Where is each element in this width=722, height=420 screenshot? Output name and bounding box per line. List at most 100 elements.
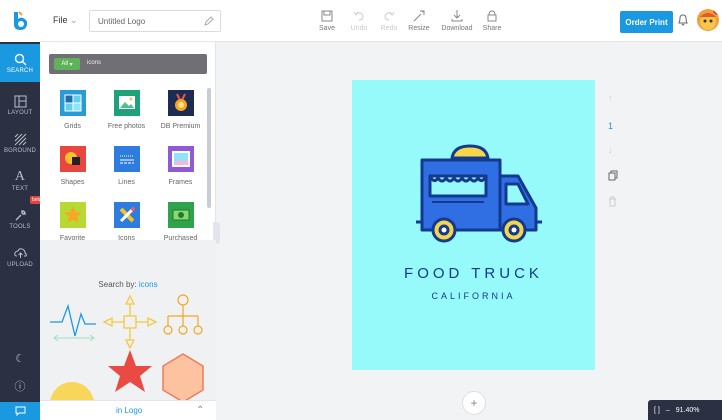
photo-icon <box>113 90 140 116</box>
rail-item-upload[interactable]: UPLOAD <box>0 238 40 276</box>
undo-icon <box>353 11 364 21</box>
category-grids[interactable]: Grids <box>50 90 95 130</box>
share-icon <box>487 10 497 22</box>
category-favorite[interactable]: Favorite <box>50 202 95 242</box>
rail-label: BGROUND <box>3 148 37 154</box>
pulse-line-icon[interactable] <box>50 303 96 342</box>
category-free-photos[interactable]: Free photos <box>104 90 149 130</box>
text-icon: A <box>14 169 26 184</box>
upload-icon <box>13 246 27 260</box>
download-label: Download <box>441 25 473 32</box>
hexagon-shape-icon[interactable] <box>162 353 204 402</box>
rail-label: SEARCH <box>6 68 34 74</box>
category-lines[interactable]: Lines <box>104 146 149 186</box>
search-by-prefix: Search by: <box>98 280 137 289</box>
rail-label: LAYOUT <box>7 110 33 116</box>
chevron-down-icon: ⌄ <box>70 15 78 25</box>
redo-label: Redo <box>380 25 398 32</box>
panel-footer: in Logo ⌃ <box>40 400 216 420</box>
grid-icon <box>59 90 86 116</box>
icon-results <box>50 294 204 402</box>
chat-button[interactable] <box>0 402 40 420</box>
page-number: 1 <box>608 121 614 131</box>
category-icons[interactable]: Icons <box>104 202 149 242</box>
search-icon <box>13 52 27 66</box>
download-icon <box>451 10 463 22</box>
rail-item-tools[interactable]: TOOLS <box>0 200 40 238</box>
rail-label: TOOLS <box>9 224 31 230</box>
shapes-icon <box>59 146 86 172</box>
save-label: Save <box>319 25 335 32</box>
zoom-control: [ ] – 91.40% <box>648 400 722 420</box>
logo-title-field[interactable]: Untitled Logo <box>89 10 221 32</box>
category-label: Frames <box>168 179 193 186</box>
fit-screen-icon[interactable]: [ ] <box>654 407 660 414</box>
filter-all-dropdown[interactable]: All ▾ <box>54 58 80 70</box>
download-button[interactable]: Download <box>440 9 474 32</box>
design-canvas[interactable]: FOOD TRUCK CALIFORNIA <box>352 80 595 370</box>
bell-icon[interactable] <box>676 13 690 29</box>
category-label: Free photos <box>107 123 146 130</box>
chat-icon <box>15 406 25 416</box>
premium-medal-icon <box>167 90 194 116</box>
save-button[interactable]: Save <box>310 9 344 32</box>
logo-editor-app: SEARCH LAYOUT BGROUND A TEXT TOOLS beta <box>0 0 722 420</box>
avatar[interactable] <box>697 9 719 31</box>
panel-search-bar[interactable]: All ▾ icons <box>49 54 207 74</box>
chevron-up-icon[interactable]: ⌃ <box>196 405 204 416</box>
money-icon <box>167 202 194 228</box>
duplicate-page-icon[interactable] <box>608 170 618 183</box>
move-arrows-icon[interactable] <box>102 294 158 350</box>
app-logo[interactable] <box>0 0 40 42</box>
category-db-premium[interactable]: DB Premium <box>158 90 203 130</box>
logo-title-text[interactable]: FOOD TRUCK <box>352 265 595 282</box>
background-icon <box>13 132 27 146</box>
category-label: Shapes <box>60 179 85 186</box>
redo-icon <box>384 11 395 21</box>
resize-icon <box>413 10 425 22</box>
resize-label: Resize <box>408 25 430 32</box>
file-menu-label: File <box>53 15 68 25</box>
redo-button[interactable]: Redo <box>372 9 406 32</box>
logo-subtitle-text[interactable]: CALIFORNIA <box>352 291 595 301</box>
resize-button[interactable]: Resize <box>402 9 436 32</box>
rail-label: TEXT <box>11 186 29 192</box>
category-purchased[interactable]: Purchased <box>158 202 203 242</box>
delete-page-icon[interactable] <box>608 196 617 209</box>
rail-item-background[interactable]: BGROUND <box>0 124 40 162</box>
tools-icon <box>13 208 27 222</box>
star-icon <box>59 202 86 228</box>
search-by-term: icons <box>138 280 158 289</box>
avatar-badge <box>713 9 719 15</box>
search-by-section: Search by: icons <box>40 240 216 402</box>
in-logo-link[interactable]: in Logo <box>116 406 142 415</box>
brand-b-icon <box>14 11 28 30</box>
move-page-up-icon[interactable]: ↑ <box>608 93 613 103</box>
file-menu[interactable]: File ⌄ <box>53 15 78 26</box>
category-label: Grids <box>64 123 81 130</box>
rail-item-layout[interactable]: LAYOUT <box>0 86 40 124</box>
move-page-down-icon[interactable]: ↓ <box>608 145 613 155</box>
panel-scrollbar[interactable] <box>207 88 211 208</box>
info-icon[interactable]: ⓘ <box>0 378 40 394</box>
panel-search-text: icons <box>87 60 102 66</box>
rail-label: UPLOAD <box>7 262 33 268</box>
category-frames[interactable]: Frames <box>158 146 203 186</box>
org-chart-icon[interactable] <box>163 294 203 335</box>
category-shapes[interactable]: Shapes <box>50 146 95 186</box>
star-shape-icon[interactable] <box>108 350 152 392</box>
undo-button[interactable]: Undo <box>342 9 376 32</box>
filter-all-label: All <box>61 61 68 67</box>
order-print-button[interactable]: Order Print <box>620 11 673 33</box>
rail-item-search[interactable]: SEARCH <box>0 44 40 82</box>
zoom-out-button[interactable]: – <box>666 407 670 414</box>
food-truck-logo-icon[interactable] <box>414 140 546 246</box>
rail-item-text[interactable]: A TEXT <box>0 162 40 200</box>
add-page-button[interactable]: + <box>462 391 486 415</box>
share-button[interactable]: Share <box>475 9 509 32</box>
night-mode-icon[interactable]: ☾ <box>0 352 40 365</box>
circle-shape-icon[interactable] <box>50 382 94 402</box>
undo-label: Undo <box>350 25 368 32</box>
share-label: Share <box>482 25 502 32</box>
category-label: Lines <box>118 179 135 186</box>
